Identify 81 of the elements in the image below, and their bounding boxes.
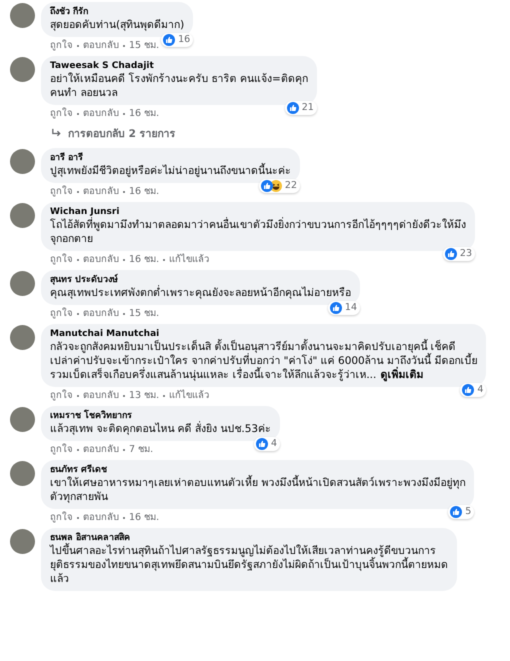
reaction-count: 23 (460, 248, 472, 260)
reaction-count-pill[interactable]: 16 (161, 33, 194, 47)
comment-time[interactable]: 7 ชม. (129, 444, 154, 456)
avatar-photo-placeholder[interactable] (10, 407, 35, 432)
thumbs-up-icon (286, 102, 299, 114)
reply-link[interactable]: ตอบกลับ (83, 308, 119, 320)
like-link[interactable]: ถูกใจ (50, 254, 73, 266)
reaction-count: 16 (178, 34, 190, 46)
author-name-link[interactable]: Manutchai Manutchai (50, 328, 478, 340)
reaction-count-pill[interactable]: 4 (254, 437, 280, 451)
comment-text: ปูสุเทพยังมีชีวิตอยู่หรือค่ะไม่น่าอยู่นานถึงขนาดนี้นะค่ะ (50, 165, 291, 177)
comment-text: อย่าให้เหมือนคดี โรงพักร้างนะครับ ธาริต คนแจ้ง=ติดคุก คนทำ ลอยนวล (50, 73, 308, 99)
author-name-link[interactable]: เหมราช โชควิทยากร (50, 410, 272, 422)
thumbs-up-icon (256, 438, 268, 450)
reaction-count: 14 (344, 302, 357, 314)
see-more-link[interactable]: ดูเพิ่มเติม (380, 369, 424, 381)
avatar-photo-placeholder[interactable] (10, 203, 35, 228)
comment-text: ไปขึ้นศาลอะไรท่านสุทินถ้าไปศาลรัฐธรรมนูญไม่ต้องไปให้เสียเวลาท่านคงรู้ดีขบวนการ ยุติธรรมของไทยขนาดสุเทพยึดสนามบินยึดรัฐสภายังไม่ผิดถ้าเป็นเป้าบุนจิ้นพวกนี้ตายหมด แล้ว (50, 545, 448, 585)
reply-link[interactable]: ตอบกลับ (83, 390, 119, 402)
avatar-photo-placeholder[interactable] (10, 149, 35, 174)
comment-text: สุดยอดคับท่าน(สุทินพุดดีมาก) (50, 19, 184, 31)
reaction-count: 4 (271, 438, 278, 450)
reply-link[interactable]: ตอบกลับ (83, 512, 119, 524)
reply-link[interactable]: ตอบกลับ (83, 254, 119, 266)
reaction-count-pill[interactable]: 21 (284, 101, 317, 115)
author-name-link[interactable]: ธนพล อิสานคลาสสิค (50, 532, 448, 544)
comment-text: แล้วสุเทพ จะติดคุกตอนไหน คดี สั่งยิง นปช.53ค่ะ (50, 423, 272, 435)
edited-label[interactable]: แก้ไขแล้ว (169, 254, 210, 266)
edited-label[interactable]: แก้ไขแล้ว (169, 390, 210, 402)
view-replies-link[interactable]: การตอบกลับ 2 รายการ (51, 125, 176, 142)
thumbs-up-icon (444, 248, 457, 260)
reaction-count-pill[interactable]: 23 (442, 247, 475, 261)
reaction-count: 4 (477, 384, 484, 396)
author-name-link[interactable]: Wichan Junsri (50, 206, 466, 218)
thumbs-up-icon (163, 34, 176, 46)
avatar-photo-placeholder[interactable] (10, 325, 35, 350)
reply-link[interactable]: ตอบกลับ (83, 108, 119, 120)
thumbs-up-icon (462, 384, 474, 396)
thumbs-up-icon (260, 180, 273, 192)
laughing-face-icon (270, 180, 282, 192)
comment-time[interactable]: 16 ชม. (129, 186, 160, 198)
like-link[interactable]: ถูกใจ (50, 186, 73, 198)
like-link[interactable]: ถูกใจ (50, 40, 73, 52)
comment-time[interactable]: 16 ชม. (129, 254, 160, 266)
avatar-photo-placeholder[interactable] (10, 57, 35, 82)
comment-text: กลัวจะถูกสังคมหยิบมาเป็นประเด็นสิ ตั้งเป็นอนุสาวรีย์มาตั้งนานจะมาคิดปรับเอายุคนี้ เช็คดี เปล่าค่าปรับจะเข้ากระเป๋าใคร จากค่าปรับที่บอกว่า "ค่าโง่" แค่ 6000ล้าน มาถึงวันนี้ มีดอกเบี้ย รวมเบ็ดเสร็จเกือบครึ่งแสนล้านนุ่นแหละ เรื่องนี้เจาะให้ลึกแล้วจะรู้ว่าเห... ดูเพิ่มเติม (50, 341, 478, 381)
author-name-link[interactable]: Taweesak S Chadajit (50, 60, 308, 72)
thumbs-up-icon (330, 302, 342, 314)
comment-text: คุณสุเทพประเทศพังตกต่ำเพราะคุณยังจะลอยหน้าอีกคุณไม่อายหรือ (50, 287, 351, 299)
reply-link[interactable]: ตอบกลับ (83, 40, 119, 52)
like-link[interactable]: ถูกใจ (50, 444, 73, 456)
comment-text: โถไอ้สัดที่พูดมามึงทำมาตลอดมาว่าคนอื่นเขาตัวมึงยิ่งกว่าขบวนการอีกไอ้ๆๆๆๆด่ายังดีวะให้มึง จุกอกตาย (50, 219, 466, 245)
author-name-link[interactable]: อารี อารี (50, 152, 291, 164)
author-name-link[interactable]: สุนทร ประดับวงษ์ (50, 274, 351, 286)
author-name-link[interactable]: ถึงชัว กีรัก (50, 6, 184, 18)
like-link[interactable]: ถูกใจ (50, 308, 73, 320)
comment-time[interactable]: 13 ชม. (129, 390, 160, 402)
avatar-photo-placeholder[interactable] (10, 3, 35, 28)
comment-time[interactable]: 16 ชม. (129, 512, 160, 524)
reply-link[interactable]: ตอบกลับ (83, 186, 119, 198)
reaction-count: 22 (284, 180, 297, 192)
comment-time[interactable]: 16 ชม. (129, 108, 160, 120)
avatar-photo-placeholder[interactable] (10, 461, 35, 486)
like-link[interactable]: ถูกใจ (50, 390, 73, 402)
comment-text: เขาให้เศษอาหารหมาๆเลยเห่าตอบแทนตัวเหี้ย พวงมึงนี้หน้าเปิดสวนสัตว์เพราะพวงมึงมีอยู่ทุก ตัวทุกสายพัน (50, 477, 466, 503)
reaction-count-pill[interactable]: 5 (448, 505, 474, 519)
reaction-count-pill[interactable]: 14 (328, 301, 360, 315)
comment-time[interactable]: 15 ชม. (129, 40, 160, 52)
reaction-count: 21 (302, 102, 314, 114)
like-link[interactable]: ถูกใจ (50, 512, 73, 524)
reaction-count: 5 (465, 506, 472, 518)
avatar-photo-placeholder[interactable] (10, 529, 35, 554)
avatar-photo-placeholder[interactable] (10, 271, 35, 296)
comment-time[interactable]: 15 ชม. (129, 308, 160, 320)
thumbs-up-icon (450, 506, 462, 518)
reaction-count-pill[interactable]: 4 (460, 383, 486, 397)
author-name-link[interactable]: ธนภัทร ศรีเดช (50, 464, 466, 476)
reaction-count-pill[interactable]: 22 (258, 179, 300, 193)
like-link[interactable]: ถูกใจ (50, 108, 73, 120)
reply-link[interactable]: ตอบกลับ (83, 444, 119, 456)
reply-arrow-icon (51, 128, 62, 139)
